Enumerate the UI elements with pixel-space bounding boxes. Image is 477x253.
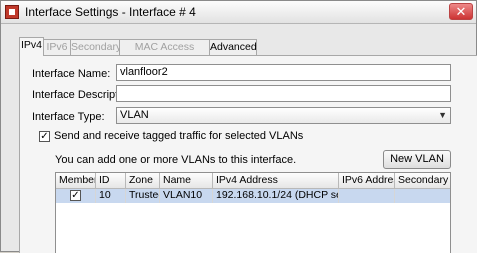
close-button[interactable]: ✕ xyxy=(449,3,473,20)
interface-description-input[interactable] xyxy=(116,85,451,102)
ipv4-address-cell: 192.168.10.1/24 (DHCP server) xyxy=(213,189,339,203)
column-header-secondary[interactable]: Secondary xyxy=(395,173,450,189)
tab-secondary[interactable]: Secondary xyxy=(70,39,121,55)
interface-name-input[interactable]: vlanfloor2 xyxy=(116,64,451,81)
title-bar[interactable]: Interface Settings - Interface # 4 ✕ xyxy=(1,1,476,24)
column-header-ipv4-address[interactable]: IPv4 Address xyxy=(213,173,339,189)
chevron-down-icon: ▼ xyxy=(438,110,447,120)
table-row[interactable]: ✓ 10 Trusted VLAN10 192.168.10.1/24 (DHC… xyxy=(56,189,450,203)
secondary-cell xyxy=(395,189,450,203)
vlan-table: Member ID Zone Name IPv4 Address IPv6 Ad… xyxy=(55,172,451,253)
interface-type-value: VLAN xyxy=(120,109,149,121)
vlan-name-cell: VLAN10 xyxy=(160,189,213,203)
vlan-id-cell: 10 xyxy=(96,189,126,203)
interface-name-label: Interface Name: xyxy=(32,68,111,80)
interface-type-select[interactable]: VLAN ▼ xyxy=(116,107,451,124)
vlan-hint-text: You can add one or more VLANs to this in… xyxy=(55,154,297,166)
ipv6-address-cell xyxy=(339,189,395,203)
tab-ipv6[interactable]: IPv6 xyxy=(43,39,71,55)
column-header-ipv6-address[interactable]: IPv6 Address xyxy=(339,173,395,189)
interface-settings-window: Interface Settings - Interface # 4 ✕ IPv… xyxy=(0,0,477,253)
tab-advanced[interactable]: Advanced xyxy=(209,39,257,55)
tagged-traffic-checkbox[interactable]: ✓ xyxy=(39,131,50,142)
tab-ipv4[interactable]: IPv4 xyxy=(19,37,44,56)
window-title: Interface Settings - Interface # 4 xyxy=(25,5,196,19)
member-checkbox[interactable]: ✓ xyxy=(70,190,81,201)
column-header-zone[interactable]: Zone xyxy=(126,173,160,189)
interface-type-label: Interface Type: xyxy=(32,111,105,123)
app-icon xyxy=(5,5,19,19)
column-header-id[interactable]: ID xyxy=(96,173,126,189)
new-vlan-button[interactable]: New VLAN xyxy=(383,150,451,169)
member-cell: ✓ xyxy=(56,189,96,203)
tagged-traffic-label: Send and receive tagged traffic for sele… xyxy=(54,130,304,142)
column-header-name[interactable]: Name xyxy=(160,173,213,189)
column-header-member[interactable]: Member xyxy=(56,173,96,189)
zone-cell: Trusted xyxy=(126,189,160,203)
tab-mac-access-control[interactable]: MAC Access Control xyxy=(119,39,210,67)
